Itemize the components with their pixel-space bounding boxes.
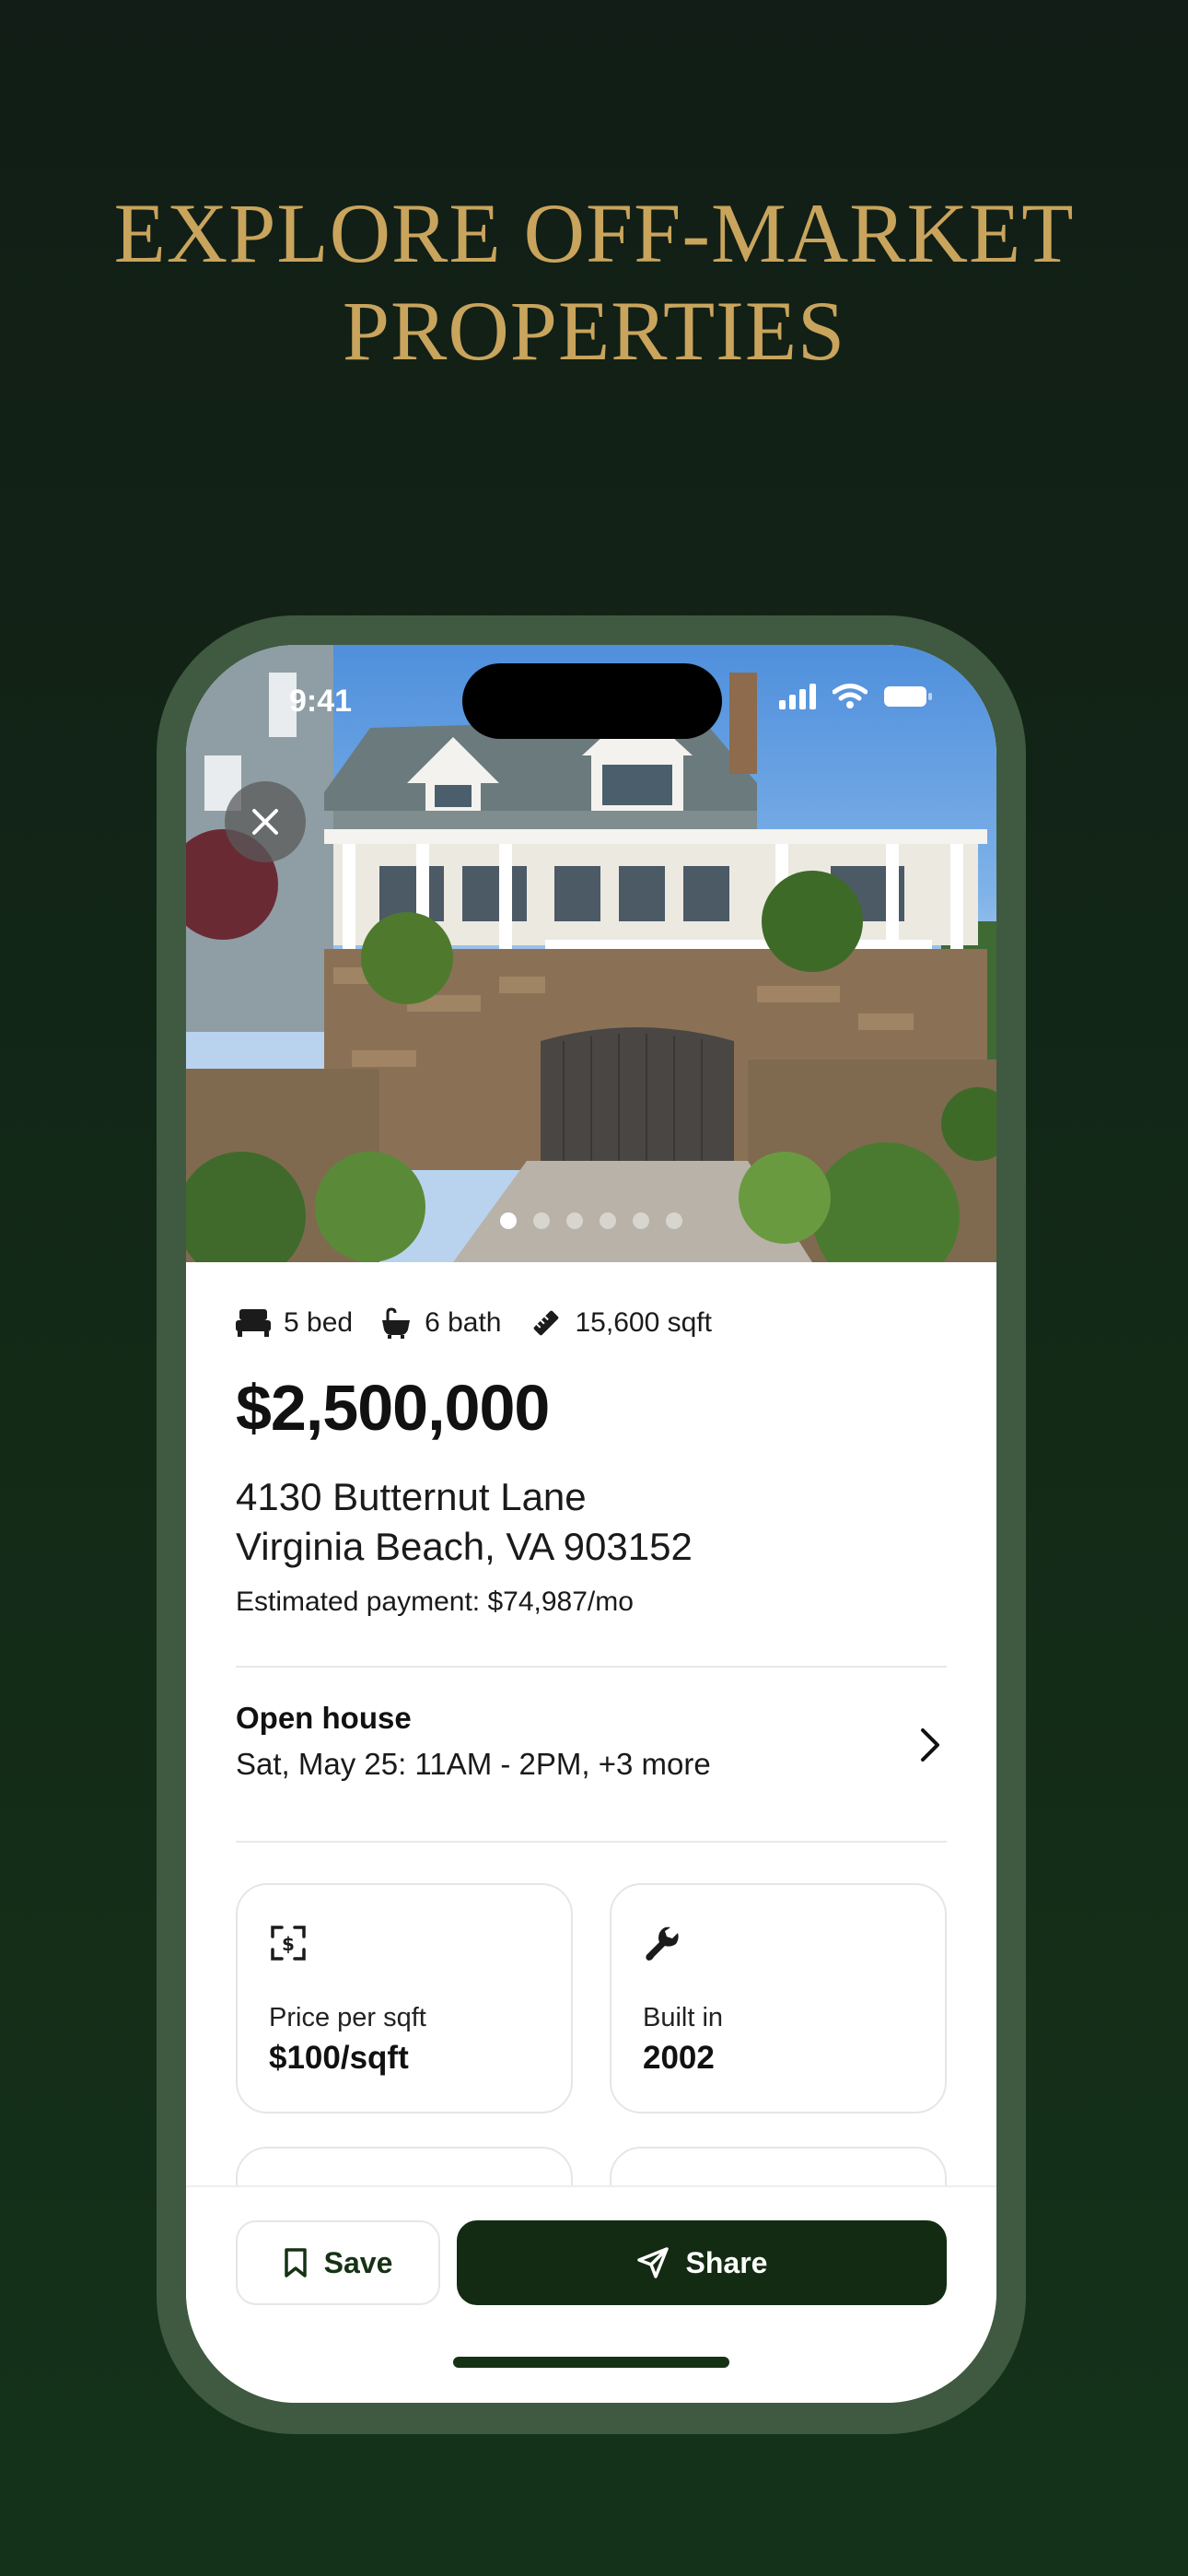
divider xyxy=(236,1666,947,1668)
status-time: 9:41 xyxy=(289,684,353,719)
pagination-dot[interactable] xyxy=(500,1212,517,1229)
home-indicator xyxy=(453,2357,729,2368)
close-icon xyxy=(252,809,278,835)
pagination-dot[interactable] xyxy=(600,1212,616,1229)
bath-spec: 6 bath xyxy=(380,1307,502,1339)
built-in-card: Built in 2002 xyxy=(610,1883,947,2113)
pagination-dot[interactable] xyxy=(666,1212,682,1229)
open-house-details: Sat, May 25: 11AM - 2PM, +3 more xyxy=(236,1747,711,1781)
svg-text:$: $ xyxy=(282,1933,295,1955)
save-button[interactable]: Save xyxy=(236,2220,440,2305)
headline-line-2: PROPERTIES xyxy=(342,284,846,378)
card-label: Built in xyxy=(643,2003,724,2032)
phone-screen: 9:41 5 bed 6 bath 15,600 sqft $2,500,000… xyxy=(186,645,996,2403)
headline-line-1: EXPLORE OFF-MARKET xyxy=(113,186,1075,280)
close-button[interactable] xyxy=(225,781,306,862)
bathtub-icon xyxy=(382,1307,411,1339)
bookmark-icon xyxy=(284,2248,307,2277)
divider xyxy=(236,1841,947,1843)
bottom-action-bar: Save Share xyxy=(186,2185,996,2403)
battery-icon xyxy=(884,686,932,707)
estimated-payment: Estimated payment: $74,987/mo xyxy=(236,1587,634,1617)
pagination-dot[interactable] xyxy=(566,1212,583,1229)
signal-icon xyxy=(779,684,816,709)
address-line-1: 4130 Butternut Lane xyxy=(236,1475,587,1518)
share-button[interactable]: Share xyxy=(457,2220,947,2305)
gallery-pagination[interactable] xyxy=(186,1212,996,1229)
chevron-right-icon xyxy=(921,1728,939,1762)
listing-address: 4130 Butternut Lane Virginia Beach, VA 9… xyxy=(236,1472,693,1572)
pagination-dot[interactable] xyxy=(633,1212,649,1229)
listing-price: $2,500,000 xyxy=(236,1372,550,1444)
share-label: Share xyxy=(685,2245,768,2279)
headline: EXPLORE OFF-MARKET PROPERTIES xyxy=(0,184,1188,380)
card-label: Price per sqft xyxy=(269,2003,426,2032)
bed-spec: 5 bed xyxy=(236,1307,353,1339)
dollar-scan-icon: $ xyxy=(271,1926,306,1961)
address-line-2: Virginia Beach, VA 903152 xyxy=(236,1525,693,1568)
wifi-icon xyxy=(833,684,868,708)
save-label: Save xyxy=(323,2245,393,2279)
open-house-title: Open house xyxy=(236,1701,412,1735)
bath-count: 6 bath xyxy=(425,1307,502,1338)
area-spec: 15,600 sqft xyxy=(530,1306,712,1340)
property-specs: 5 bed 6 bath 15,600 sqft xyxy=(236,1306,740,1340)
card-value: $100/sqft xyxy=(269,2040,409,2076)
card-value: 2002 xyxy=(643,2040,715,2076)
bed-count: 5 bed xyxy=(284,1307,354,1338)
open-house-row[interactable]: Open house Sat, May 25: 11AM - 2PM, +3 m… xyxy=(236,1701,947,1802)
pagination-dot[interactable] xyxy=(533,1212,550,1229)
dynamic-island xyxy=(462,663,722,739)
price-per-sqft-card: $ Price per sqft $100/sqft xyxy=(236,1883,573,2113)
send-icon xyxy=(636,2247,669,2278)
bed-icon xyxy=(236,1309,271,1337)
area-size: 15,600 sqft xyxy=(575,1307,712,1338)
wrench-icon xyxy=(646,1926,679,1961)
ruler-icon xyxy=(533,1310,558,1336)
property-photo[interactable]: 9:41 xyxy=(186,645,996,1262)
status-icons xyxy=(779,684,932,709)
